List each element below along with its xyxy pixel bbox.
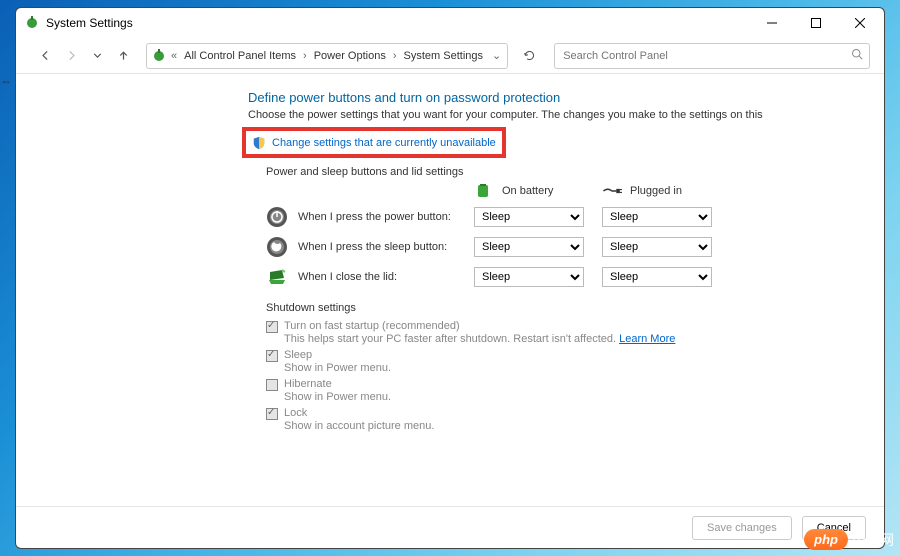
row-close-lid-label: When I close the lid:	[298, 271, 397, 283]
breadcrumb-overflow[interactable]: «	[169, 50, 179, 62]
row-power-button-label: When I press the power button:	[298, 211, 451, 223]
system-settings-window: System Settings	[15, 7, 885, 549]
watermark: php 中文网	[804, 529, 894, 550]
forward-button[interactable]	[60, 45, 82, 67]
power-button-battery-select[interactable]: Sleep	[474, 207, 584, 227]
fast-startup-desc: This helps start your PC faster after sh…	[284, 333, 619, 345]
hibernate-desc: Show in Power menu.	[284, 391, 864, 403]
shutdown-settings: Turn on fast startup (recommended) This …	[266, 320, 864, 432]
shutdown-item-sleep: Sleep Show in Power menu.	[266, 349, 864, 374]
power-button-plugged-select[interactable]: Sleep	[602, 207, 712, 227]
learn-more-link[interactable]: Learn More	[619, 333, 675, 345]
column-header-battery-label: On battery	[502, 185, 553, 197]
hibernate-label: Hibernate	[284, 378, 332, 390]
shield-icon	[252, 136, 266, 150]
fast-startup-label: Turn on fast startup (recommended)	[284, 320, 460, 332]
buttons-section-label: Power and sleep buttons and lid settings	[266, 166, 864, 178]
fast-startup-checkbox[interactable]	[266, 321, 278, 333]
back-button[interactable]	[34, 45, 56, 67]
close-lid-battery-select[interactable]: Sleep	[474, 267, 584, 287]
column-header-plugged: Plugged in	[602, 184, 712, 198]
chevron-right-icon: ›	[391, 50, 399, 62]
breadcrumb[interactable]: « All Control Panel Items › Power Option…	[146, 43, 508, 69]
shutdown-section-label: Shutdown settings	[266, 302, 864, 314]
content-area: Define power buttons and turn on passwor…	[16, 74, 884, 506]
change-unavailable-settings-link[interactable]: Change settings that are currently unava…	[250, 133, 498, 153]
laptop-lid-icon	[266, 266, 288, 288]
up-button[interactable]	[112, 45, 134, 67]
watermark-text: 中文网	[852, 530, 894, 550]
admin-link-highlight: Change settings that are currently unava…	[242, 127, 506, 158]
sleep-button-icon	[266, 236, 288, 258]
desktop-resize-arrow: ⇔	[0, 74, 12, 88]
window-controls	[750, 8, 882, 38]
minimize-button[interactable]	[750, 8, 794, 38]
row-sleep-button-label: When I press the sleep button:	[298, 241, 447, 253]
column-header-battery: On battery	[474, 184, 584, 198]
page-description: Choose the power settings that you want …	[248, 109, 864, 121]
shutdown-item-hibernate: Hibernate Show in Power menu.	[266, 378, 864, 403]
sleep-desc: Show in Power menu.	[284, 362, 864, 374]
page-title: Define power buttons and turn on passwor…	[248, 90, 864, 105]
lock-label: Lock	[284, 407, 307, 419]
maximize-button[interactable]	[794, 8, 838, 38]
refresh-button[interactable]	[518, 45, 540, 67]
search-icon	[851, 48, 863, 63]
sleep-button-plugged-select[interactable]: Sleep	[602, 237, 712, 257]
footer: Save changes Cancel	[16, 506, 884, 548]
watermark-badge: php	[804, 529, 848, 550]
control-panel-icon	[151, 48, 167, 64]
recent-locations-button[interactable]	[86, 45, 108, 67]
search-input[interactable]	[561, 49, 851, 63]
titlebar: System Settings	[16, 8, 884, 38]
power-options-grid: On battery Plugged in When I press the p…	[266, 184, 864, 288]
shutdown-item-fast-startup: Turn on fast startup (recommended) This …	[266, 320, 864, 345]
save-changes-button[interactable]: Save changes	[692, 516, 792, 540]
breadcrumb-item-system[interactable]: System Settings	[401, 50, 486, 62]
window-title: System Settings	[46, 16, 133, 30]
close-lid-plugged-select[interactable]: Sleep	[602, 267, 712, 287]
row-power-button: When I press the power button:	[266, 206, 456, 228]
chevron-down-icon[interactable]: ⌄	[490, 49, 503, 62]
lock-desc: Show in account picture menu.	[284, 420, 864, 432]
column-header-plugged-label: Plugged in	[630, 185, 682, 197]
row-close-lid: When I close the lid:	[266, 266, 456, 288]
shutdown-item-lock: Lock Show in account picture menu.	[266, 407, 864, 432]
power-button-icon	[266, 206, 288, 228]
app-icon	[24, 15, 40, 31]
search-box[interactable]	[554, 43, 870, 69]
change-unavailable-settings-label: Change settings that are currently unava…	[272, 137, 496, 149]
row-sleep-button: When I press the sleep button:	[266, 236, 456, 258]
sleep-checkbox[interactable]	[266, 350, 278, 362]
breadcrumb-item-power[interactable]: Power Options	[311, 50, 389, 62]
plug-icon	[602, 184, 622, 198]
sleep-label: Sleep	[284, 349, 312, 361]
sleep-button-battery-select[interactable]: Sleep	[474, 237, 584, 257]
chevron-right-icon: ›	[301, 50, 309, 62]
breadcrumb-item-all[interactable]: All Control Panel Items	[181, 50, 299, 62]
close-button[interactable]	[838, 8, 882, 38]
lock-checkbox[interactable]	[266, 408, 278, 420]
navigation-bar: « All Control Panel Items › Power Option…	[16, 38, 884, 74]
hibernate-checkbox[interactable]	[266, 379, 278, 391]
battery-icon	[474, 184, 494, 198]
